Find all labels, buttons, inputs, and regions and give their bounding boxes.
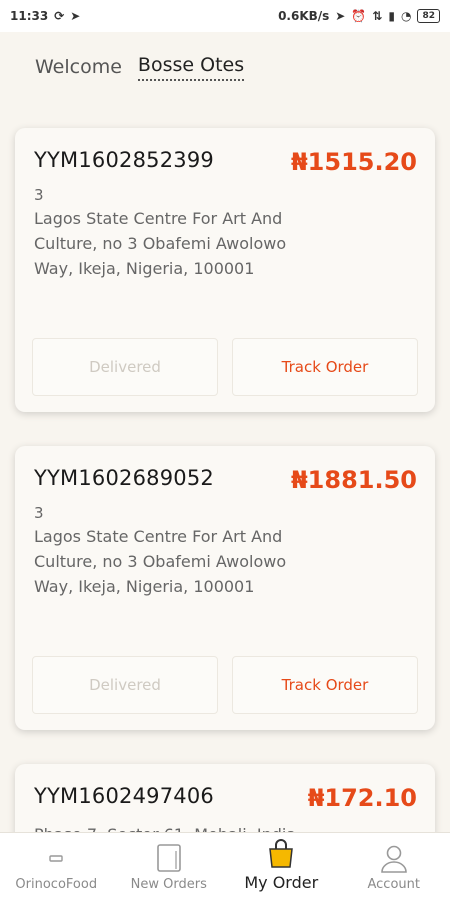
tablet-icon [154,843,184,873]
alarm-icon: ⏰ [351,9,367,23]
order-quantity: 3 [34,186,44,204]
nav-item-orinocofood[interactable]: OrinocoFood [0,843,112,892]
order-price: ₦1881.50 [290,466,417,494]
welcome-header: Welcome Bosse Otes [35,50,245,84]
order-quantity: 3 [34,504,44,522]
order-card[interactable]: YYM1602689052 ₦1881.50 3 Lagos State Cen… [15,446,435,730]
location-icon: ➤ [335,9,346,23]
battery-icon: 82 [417,9,440,23]
location-arrow-icon: ➤ [70,9,81,23]
order-card[interactable]: YYM1602852399 ₦1515.20 3 Lagos State Cen… [15,128,435,412]
delivered-button[interactable]: Delivered [32,656,218,714]
nav-label: OrinocoFood [15,877,98,892]
delivered-button[interactable]: Delivered [32,338,218,396]
nav-item-new-orders[interactable]: New Orders [113,843,225,892]
welcome-label: Welcome [35,56,122,78]
nav-label: New Orders [130,877,207,892]
nav-label: My Order [244,873,319,892]
shopping-bag-icon [266,839,296,869]
network-speed: 0.6KB/s [278,9,330,23]
order-price: ₦172.10 [307,784,417,812]
order-id: YYM1602497406 [34,784,214,808]
sync-icon: ⟳ [54,9,65,23]
nav-label: Account [367,877,421,892]
order-address: Lagos State Centre For Art And Culture, … [34,527,287,596]
bottom-nav: OrinocoFood New Orders My Order Account [0,832,450,900]
track-order-button[interactable]: Track Order [232,656,418,714]
order-price: ₦1515.20 [290,148,417,176]
order-id: YYM1602852399 [34,148,214,172]
user-name[interactable]: Bosse Otes [137,54,245,81]
status-time: 11:33 [10,9,49,23]
signal-icon: ▮ [388,9,395,23]
track-order-button[interactable]: Track Order [232,338,418,396]
data-icon: ⇅ [372,9,383,23]
orders-list: YYM1602852399 ₦1515.20 3 Lagos State Cen… [15,128,435,900]
home-icon [41,843,71,873]
order-id: YYM1602689052 [34,466,214,490]
status-bar: 11:33 ⟳ ➤ 0.6KB/s ➤ ⏰ ⇅ ▮ ◔ 82 [0,0,450,32]
wifi-icon: ◔ [400,9,412,23]
person-icon [379,843,409,873]
order-address: Lagos State Centre For Art And Culture, … [34,209,287,278]
nav-item-account[interactable]: Account [338,843,450,892]
nav-item-my-order[interactable]: My Order [225,839,337,892]
